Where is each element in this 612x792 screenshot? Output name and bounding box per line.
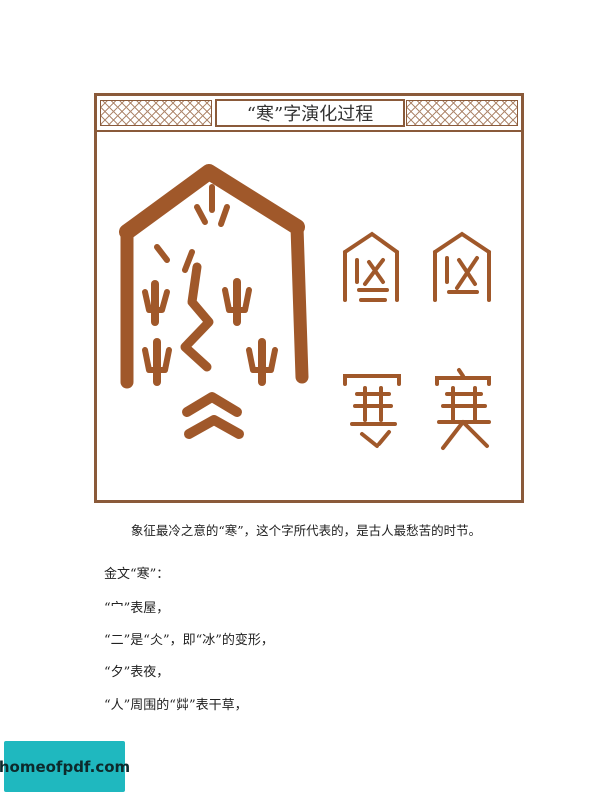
body-line-1: 金文“寒”： (104, 567, 170, 582)
decorative-hatch-left (100, 100, 212, 126)
title-band: “寒”字演化过程 (97, 96, 521, 132)
figure-caption: 象征最冷之意的“寒”，这个字所代表的，是古人最愁苦的时节。 (130, 523, 482, 538)
body-line-2: “宀”表屋， (104, 601, 170, 616)
bronze-script-glyph (119, 164, 309, 439)
body-line-4: “夕”表夜， (104, 665, 170, 680)
body-line-5: “人”周围的“茻”表干草， (104, 698, 248, 713)
glyph-canvas (119, 164, 491, 450)
clerical-glyph (343, 374, 401, 448)
regular-script-glyph (435, 368, 491, 450)
decorative-hatch-right (406, 100, 518, 126)
evolution-figure: “寒”字演化过程 (94, 93, 524, 503)
figure-title: “寒”字演化过程 (215, 99, 405, 127)
seal-glyph-2 (433, 231, 491, 302)
watermark-logo: homeofpdf.com (0, 741, 130, 792)
seal-glyph-1 (343, 231, 399, 302)
body-line-3: “二”是“仌”，即“冰”的变形， (104, 633, 274, 648)
